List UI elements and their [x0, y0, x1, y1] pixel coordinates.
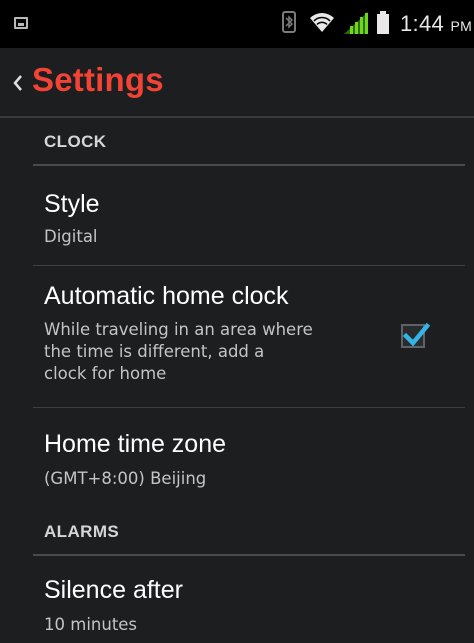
status-time: 1:44 PM	[400, 11, 473, 36]
wifi-icon	[310, 13, 334, 32]
pref-summary-line-2: the time is different, add a	[44, 342, 265, 361]
section-header-clock: CLOCK	[33, 118, 465, 166]
pref-style[interactable]: Style Digital	[33, 166, 465, 266]
notification-icon	[14, 17, 28, 29]
status-ampm: PM	[450, 18, 473, 34]
bluetooth-icon	[282, 11, 296, 33]
section-header-label: CLOCK	[44, 132, 107, 151]
checkmark-icon	[402, 322, 431, 347]
battery-icon	[377, 11, 389, 34]
section-header-alarms: ALARMS	[33, 508, 465, 556]
pref-automatic-home-clock[interactable]: Automatic home clock While traveling in …	[33, 266, 465, 408]
pref-title: Style	[44, 190, 100, 218]
page-title: Settings	[32, 61, 164, 98]
pref-summary-line-3: clock for home	[44, 364, 167, 383]
pref-summary-line-1: While traveling in an area where	[44, 320, 313, 339]
pref-summary: Digital	[44, 227, 98, 246]
chevron-left-icon[interactable]	[11, 70, 25, 96]
status-bar: 1:44 PM	[0, 0, 474, 48]
action-bar: Settings	[0, 48, 474, 118]
section-header-label: ALARMS	[44, 522, 120, 541]
pref-title: Silence after	[44, 576, 183, 604]
pref-summary: 10 minutes	[44, 615, 138, 634]
pref-title: Home time zone	[44, 430, 227, 458]
signal-icon	[344, 12, 368, 34]
pref-silence-after[interactable]: Silence after 10 minutes	[33, 556, 465, 643]
pref-home-time-zone[interactable]: Home time zone (GMT+8:00) Beijing	[33, 408, 465, 508]
pref-title: Automatic home clock	[44, 282, 289, 310]
automatic-home-clock-checkbox[interactable]	[401, 322, 431, 348]
pref-summary: (GMT+8:00) Beijing	[44, 469, 207, 488]
